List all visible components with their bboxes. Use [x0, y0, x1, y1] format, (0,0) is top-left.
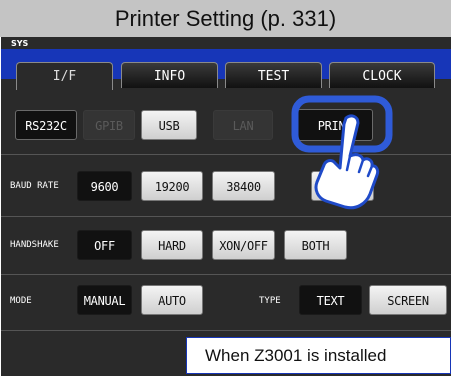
- type-screen-button[interactable]: SCREEN: [369, 285, 447, 315]
- tab-clock[interactable]: CLOCK: [329, 62, 435, 88]
- tab-test[interactable]: TEST: [225, 62, 322, 88]
- mode-label: MODE: [10, 296, 32, 306]
- handshake-both-button[interactable]: BOTH: [284, 230, 347, 260]
- type-label: TYPE: [259, 296, 281, 306]
- type-text-button[interactable]: TEXT: [299, 285, 362, 315]
- row-divider: [1, 216, 451, 217]
- baud-rate-label: BAUD RATE: [10, 181, 59, 191]
- row-divider: [1, 330, 451, 331]
- page-caption: Printer Setting (p. 331): [0, 0, 451, 37]
- baud-38400-button[interactable]: 38400: [212, 171, 275, 201]
- baud-9600-button[interactable]: 9600: [77, 171, 132, 201]
- pointing-hand-icon: [314, 114, 380, 210]
- handshake-label: HANDSHAKE: [10, 240, 59, 250]
- tab-interface[interactable]: I/F: [16, 62, 113, 90]
- lan-button: LAN: [213, 110, 273, 140]
- settings-screen: SYS I/F INFO TEST CLOCK RS232C GPIB USB …: [1, 37, 451, 376]
- usb-button[interactable]: USB: [141, 110, 197, 140]
- handshake-off-button[interactable]: OFF: [77, 230, 132, 260]
- handshake-hard-button[interactable]: HARD: [141, 230, 203, 260]
- gpib-button: GPIB: [83, 110, 135, 140]
- rs232c-button[interactable]: RS232C: [15, 110, 77, 140]
- mode-auto-button[interactable]: AUTO: [141, 285, 203, 315]
- mode-manual-button[interactable]: MANUAL: [77, 285, 132, 315]
- handshake-xonoff-button[interactable]: XON/OFF: [212, 230, 275, 260]
- note-box: When Z3001 is installed: [186, 337, 451, 374]
- baud-19200-button[interactable]: 19200: [141, 171, 203, 201]
- row-divider: [1, 274, 451, 275]
- tab-info[interactable]: INFO: [121, 62, 218, 88]
- screen-label: SYS: [11, 39, 29, 48]
